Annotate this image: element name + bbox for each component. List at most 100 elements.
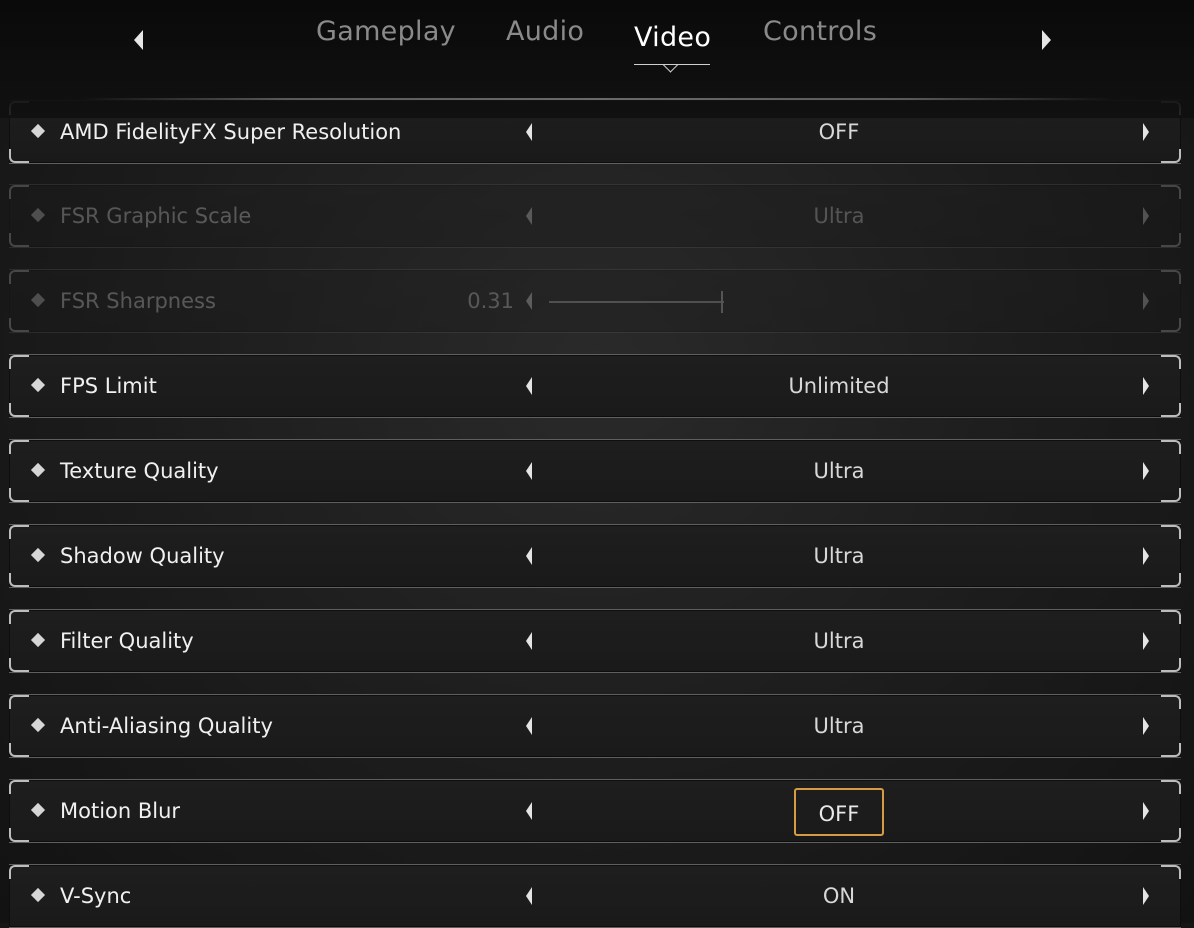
sharpness-slider-handle: [721, 291, 723, 313]
frame-corner: [9, 610, 29, 624]
tab-controls[interactable]: Controls: [763, 16, 877, 47]
value-next-arrow-icon: [1143, 207, 1149, 225]
value-next-arrow-icon[interactable]: [1143, 887, 1149, 905]
diamond-icon: [30, 462, 46, 478]
diamond-icon: [30, 377, 46, 393]
value-prev-arrow-icon[interactable]: [526, 717, 532, 735]
frame-corner: [1161, 695, 1181, 709]
frame-corner: [1161, 658, 1181, 672]
frame-corner: [1161, 743, 1181, 757]
setting-label: Motion Blur: [60, 799, 181, 823]
frame-corner: [1161, 573, 1181, 587]
diamond-icon: [30, 632, 46, 648]
frame-corner: [1161, 610, 1181, 624]
frame-corner: [1161, 828, 1181, 842]
frame-corner: [9, 403, 29, 417]
frame-corner: [9, 658, 29, 672]
chevron-left-icon[interactable]: [134, 30, 143, 50]
frame-corner: [1161, 525, 1181, 539]
diamond-icon: [30, 802, 46, 818]
frame-corner: [9, 573, 29, 587]
setting-label: FSR Graphic Scale: [60, 204, 252, 228]
setting-value: ON: [822, 884, 856, 908]
setting-label: AMD FidelityFX Super Resolution: [60, 120, 402, 144]
value-prev-arrow-icon[interactable]: [526, 802, 532, 820]
frame-corner: [9, 525, 29, 539]
frame-corner: [9, 318, 29, 332]
setting-value: Ultra: [813, 714, 865, 738]
setting-row-fps-limit[interactable]: FPS Limit Unlimited: [9, 354, 1181, 418]
value-next-arrow-icon[interactable]: [1143, 462, 1149, 480]
diamond-icon: [30, 717, 46, 733]
frame-corner: [9, 828, 29, 842]
setting-row-shadow-quality[interactable]: Shadow Quality Ultra: [9, 524, 1181, 588]
chevron-right-icon[interactable]: [1042, 30, 1051, 50]
frame-corner: [1161, 440, 1181, 454]
frame-corner: [9, 355, 29, 369]
setting-label: Shadow Quality: [60, 544, 225, 568]
value-prev-arrow-icon[interactable]: [526, 462, 532, 480]
setting-label: Texture Quality: [60, 459, 219, 483]
frame-corner: [9, 780, 29, 794]
value-prev-arrow-icon[interactable]: [526, 632, 532, 650]
setting-label: FSR Sharpness: [60, 289, 216, 313]
value-next-arrow-icon[interactable]: [1143, 547, 1149, 565]
setting-value: Ultra: [813, 459, 865, 483]
diamond-icon: [30, 292, 46, 308]
setting-value: Ultra: [813, 544, 865, 568]
active-tab-caret-icon: [662, 57, 679, 73]
setting-value: Ultra: [813, 629, 865, 653]
frame-corner: [9, 695, 29, 709]
setting-value: Unlimited: [788, 374, 890, 398]
frame-corner: [9, 270, 29, 284]
setting-row-filter-quality[interactable]: Filter Quality Ultra: [9, 609, 1181, 673]
selected-setting-value[interactable]: OFF: [794, 788, 884, 836]
frame-corner: [9, 440, 29, 454]
diamond-icon: [30, 123, 46, 139]
header-divider: [80, 98, 1114, 100]
frame-corner: [9, 865, 29, 879]
frame-corner: [9, 233, 29, 247]
setting-row-texture-quality[interactable]: Texture Quality Ultra: [9, 439, 1181, 503]
diamond-icon: [30, 887, 46, 903]
setting-value: OFF: [818, 120, 860, 144]
setting-row-v-sync[interactable]: V-Sync ON: [9, 864, 1181, 928]
value-prev-arrow-icon[interactable]: [526, 547, 532, 565]
frame-corner: [9, 488, 29, 502]
frame-corner: [1161, 149, 1181, 163]
value-next-arrow-icon[interactable]: [1143, 802, 1149, 820]
tab-video[interactable]: Video: [634, 22, 711, 53]
frame-corner: [1161, 270, 1181, 284]
frame-corner: [9, 149, 29, 163]
value-prev-arrow-icon: [526, 292, 532, 310]
value-next-arrow-icon[interactable]: [1143, 123, 1149, 141]
frame-corner: [1161, 318, 1181, 332]
frame-corner: [9, 185, 29, 199]
value-next-arrow-icon[interactable]: [1143, 717, 1149, 735]
setting-label: FPS Limit: [60, 374, 157, 398]
tab-audio[interactable]: Audio: [506, 16, 584, 47]
setting-label: Anti-Aliasing Quality: [60, 714, 273, 738]
tab-gameplay[interactable]: Gameplay: [316, 16, 456, 47]
value-next-arrow-icon[interactable]: [1143, 377, 1149, 395]
frame-corner: [1161, 185, 1181, 199]
frame-corner: [1161, 780, 1181, 794]
diamond-icon: [30, 547, 46, 563]
setting-label: V-Sync: [60, 884, 132, 908]
setting-row-anti-aliasing-quality[interactable]: Anti-Aliasing Quality Ultra: [9, 694, 1181, 758]
value-prev-arrow-icon[interactable]: [526, 123, 532, 141]
slider-value: 0.31: [467, 289, 514, 313]
value-next-arrow-icon: [1143, 292, 1149, 310]
frame-corner: [1161, 488, 1181, 502]
sharpness-slider-track: [549, 301, 724, 303]
setting-row-motion-blur[interactable]: Motion Blur OFF: [9, 779, 1181, 843]
value-prev-arrow-icon[interactable]: [526, 377, 532, 395]
value-next-arrow-icon[interactable]: [1143, 632, 1149, 650]
value-prev-arrow-icon[interactable]: [526, 887, 532, 905]
setting-label: Filter Quality: [60, 629, 194, 653]
setting-row-fsr-graphic-scale: FSR Graphic Scale Ultra: [9, 184, 1181, 248]
settings-header: Gameplay Audio Video Controls: [0, 0, 1194, 118]
diamond-icon: [30, 207, 46, 223]
value-prev-arrow-icon: [526, 207, 532, 225]
frame-corner: [1161, 355, 1181, 369]
